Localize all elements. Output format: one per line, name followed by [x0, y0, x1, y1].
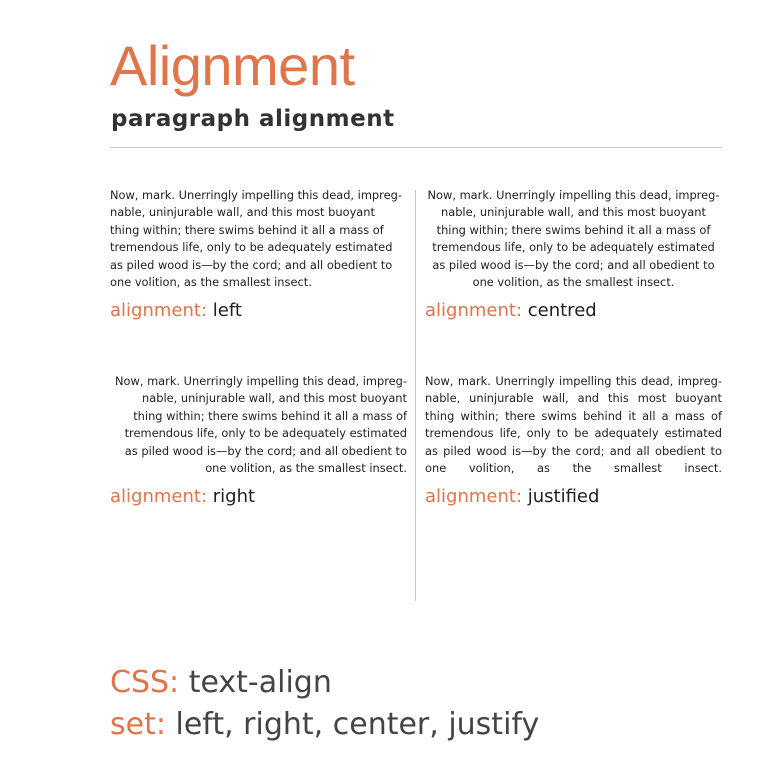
- alignment-caption: alignment: justified: [425, 488, 722, 506]
- caption-label: alignment:: [425, 300, 523, 322]
- alignment-caption: alignment: left: [110, 302, 407, 320]
- column-divider: [415, 190, 416, 601]
- alignment-caption: alignment: right: [110, 488, 407, 506]
- alignment-caption: alignment: centred: [425, 302, 722, 320]
- panel-justified: Now, mark. Unerringly impelling this dea…: [425, 373, 722, 506]
- caption-value: right: [212, 486, 256, 508]
- panel-left-aligned: Now, mark. Unerringly impelling this dea…: [110, 187, 407, 320]
- css-value: text-align: [188, 665, 332, 700]
- caption-label: alignment:: [110, 486, 208, 508]
- css-label: CSS:: [110, 665, 180, 700]
- header-rule: [110, 147, 722, 148]
- caption-label: alignment:: [110, 300, 208, 322]
- sample-paragraph: Now, mark. Unerringly impelling this dea…: [110, 188, 402, 290]
- css-property-line: CSS: text-align: [110, 668, 332, 698]
- panel-center-aligned: Now, mark. Unerringly impelling this dea…: [425, 187, 722, 320]
- page-title: Alignment: [110, 34, 355, 97]
- caption-value: justified: [527, 486, 600, 508]
- sample-paragraph: Now, mark. Unerringly impelling this dea…: [425, 374, 722, 476]
- css-values-line: set: left, right, center, justify: [110, 710, 539, 740]
- set-label: set:: [110, 707, 166, 742]
- panel-right-aligned: Now, mark. Unerringly impelling this dea…: [110, 373, 407, 506]
- sample-paragraph: Now, mark. Unerringly impelling this dea…: [115, 374, 407, 476]
- caption-value: left: [212, 300, 242, 322]
- caption-label: alignment:: [425, 486, 523, 508]
- page-subtitle: paragraph alignment: [111, 106, 395, 132]
- sample-paragraph: Now, mark. Unerringly impelling this dea…: [427, 188, 720, 290]
- caption-value: centred: [527, 300, 597, 322]
- set-value: left, right, center, justify: [175, 707, 540, 742]
